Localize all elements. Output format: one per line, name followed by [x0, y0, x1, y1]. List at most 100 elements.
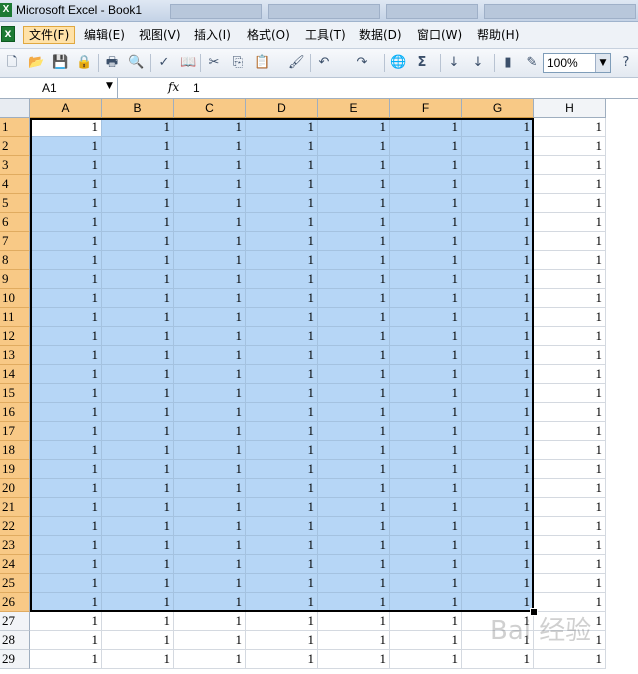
menu-item[interactable]: 数据(D) [354, 26, 407, 44]
cell-a19[interactable]: 1 [30, 460, 102, 479]
cell-e6[interactable]: 1 [318, 213, 390, 232]
cell-e2[interactable]: 1 [318, 137, 390, 156]
cell-b9[interactable]: 1 [102, 270, 174, 289]
cell-e21[interactable]: 1 [318, 498, 390, 517]
menu-item[interactable]: 插入(I) [189, 26, 236, 44]
cell-c27[interactable]: 1 [174, 612, 246, 631]
cell-b3[interactable]: 1 [102, 156, 174, 175]
cell-c1[interactable]: 1 [174, 118, 246, 137]
cell-h20[interactable]: 1 [534, 479, 606, 498]
row-header[interactable]: 4 [0, 175, 30, 194]
cell-b12[interactable]: 1 [102, 327, 174, 346]
row-header[interactable]: 18 [0, 441, 30, 460]
cut-icon[interactable]: ✂ [206, 54, 222, 72]
cell-d6[interactable]: 1 [246, 213, 318, 232]
cell-g27[interactable]: 1 [462, 612, 534, 631]
cell-e1[interactable]: 1 [318, 118, 390, 137]
cell-c22[interactable]: 1 [174, 517, 246, 536]
cell-c6[interactable]: 1 [174, 213, 246, 232]
cell-e13[interactable]: 1 [318, 346, 390, 365]
cell-g12[interactable]: 1 [462, 327, 534, 346]
cell-b22[interactable]: 1 [102, 517, 174, 536]
cell-c23[interactable]: 1 [174, 536, 246, 555]
cell-f16[interactable]: 1 [390, 403, 462, 422]
cell-d29[interactable]: 1 [246, 650, 318, 669]
cell-e20[interactable]: 1 [318, 479, 390, 498]
cell-h21[interactable]: 1 [534, 498, 606, 517]
cell-b18[interactable]: 1 [102, 441, 174, 460]
row-header[interactable]: 20 [0, 479, 30, 498]
cell-a27[interactable]: 1 [30, 612, 102, 631]
row-header[interactable]: 12 [0, 327, 30, 346]
cell-a2[interactable]: 1 [30, 137, 102, 156]
cell-d22[interactable]: 1 [246, 517, 318, 536]
cell-h19[interactable]: 1 [534, 460, 606, 479]
cell-a26[interactable]: 1 [30, 593, 102, 612]
menu-item[interactable]: 文件(F) [23, 26, 76, 44]
cell-g9[interactable]: 1 [462, 270, 534, 289]
cell-e4[interactable]: 1 [318, 175, 390, 194]
cell-b17[interactable]: 1 [102, 422, 174, 441]
cell-b23[interactable]: 1 [102, 536, 174, 555]
cell-c12[interactable]: 1 [174, 327, 246, 346]
save-icon[interactable]: 💾 [52, 54, 68, 72]
cell-f6[interactable]: 1 [390, 213, 462, 232]
cell-b25[interactable]: 1 [102, 574, 174, 593]
cell-e3[interactable]: 1 [318, 156, 390, 175]
row-header[interactable]: 1 [0, 118, 30, 137]
cell-a5[interactable]: 1 [30, 194, 102, 213]
cell-f17[interactable]: 1 [390, 422, 462, 441]
cell-a23[interactable]: 1 [30, 536, 102, 555]
cell-b11[interactable]: 1 [102, 308, 174, 327]
column-header-f[interactable]: F [390, 99, 462, 118]
cell-h25[interactable]: 1 [534, 574, 606, 593]
cell-f24[interactable]: 1 [390, 555, 462, 574]
cell-g21[interactable]: 1 [462, 498, 534, 517]
cell-h27[interactable]: 1 [534, 612, 606, 631]
help-icon[interactable]: ? [618, 54, 634, 72]
cell-c13[interactable]: 1 [174, 346, 246, 365]
cell-g6[interactable]: 1 [462, 213, 534, 232]
cell-b26[interactable]: 1 [102, 593, 174, 612]
cell-d26[interactable]: 1 [246, 593, 318, 612]
cell-f12[interactable]: 1 [390, 327, 462, 346]
column-header-g[interactable]: G [462, 99, 534, 118]
row-header[interactable]: 14 [0, 365, 30, 384]
cell-h1[interactable]: 1 [534, 118, 606, 137]
open-icon[interactable]: 📂 [28, 54, 44, 72]
cell-b29[interactable]: 1 [102, 650, 174, 669]
cell-b19[interactable]: 1 [102, 460, 174, 479]
cell-a8[interactable]: 1 [30, 251, 102, 270]
cell-a25[interactable]: 1 [30, 574, 102, 593]
cell-c25[interactable]: 1 [174, 574, 246, 593]
column-header-b[interactable]: B [102, 99, 174, 118]
cell-h29[interactable]: 1 [534, 650, 606, 669]
row-header[interactable]: 29 [0, 650, 30, 669]
cell-d7[interactable]: 1 [246, 232, 318, 251]
cell-c11[interactable]: 1 [174, 308, 246, 327]
hyperlink-icon[interactable]: 🌐 [390, 54, 406, 72]
cell-g11[interactable]: 1 [462, 308, 534, 327]
cell-c20[interactable]: 1 [174, 479, 246, 498]
print-icon[interactable]: 🖶 [104, 54, 120, 72]
cell-c9[interactable]: 1 [174, 270, 246, 289]
cell-a24[interactable]: 1 [30, 555, 102, 574]
row-header[interactable]: 24 [0, 555, 30, 574]
insert-function-icon[interactable]: fx [168, 80, 179, 94]
column-header-a[interactable]: A [30, 99, 102, 118]
cell-h11[interactable]: 1 [534, 308, 606, 327]
cell-f2[interactable]: 1 [390, 137, 462, 156]
cell-a13[interactable]: 1 [30, 346, 102, 365]
cell-d25[interactable]: 1 [246, 574, 318, 593]
cell-a20[interactable]: 1 [30, 479, 102, 498]
excel-app-icon[interactable]: X [0, 3, 12, 17]
cell-a29[interactable]: 1 [30, 650, 102, 669]
cell-c3[interactable]: 1 [174, 156, 246, 175]
cell-h14[interactable]: 1 [534, 365, 606, 384]
cell-f13[interactable]: 1 [390, 346, 462, 365]
cell-h22[interactable]: 1 [534, 517, 606, 536]
cell-a22[interactable]: 1 [30, 517, 102, 536]
cell-a11[interactable]: 1 [30, 308, 102, 327]
cell-a28[interactable]: 1 [30, 631, 102, 650]
cell-e24[interactable]: 1 [318, 555, 390, 574]
